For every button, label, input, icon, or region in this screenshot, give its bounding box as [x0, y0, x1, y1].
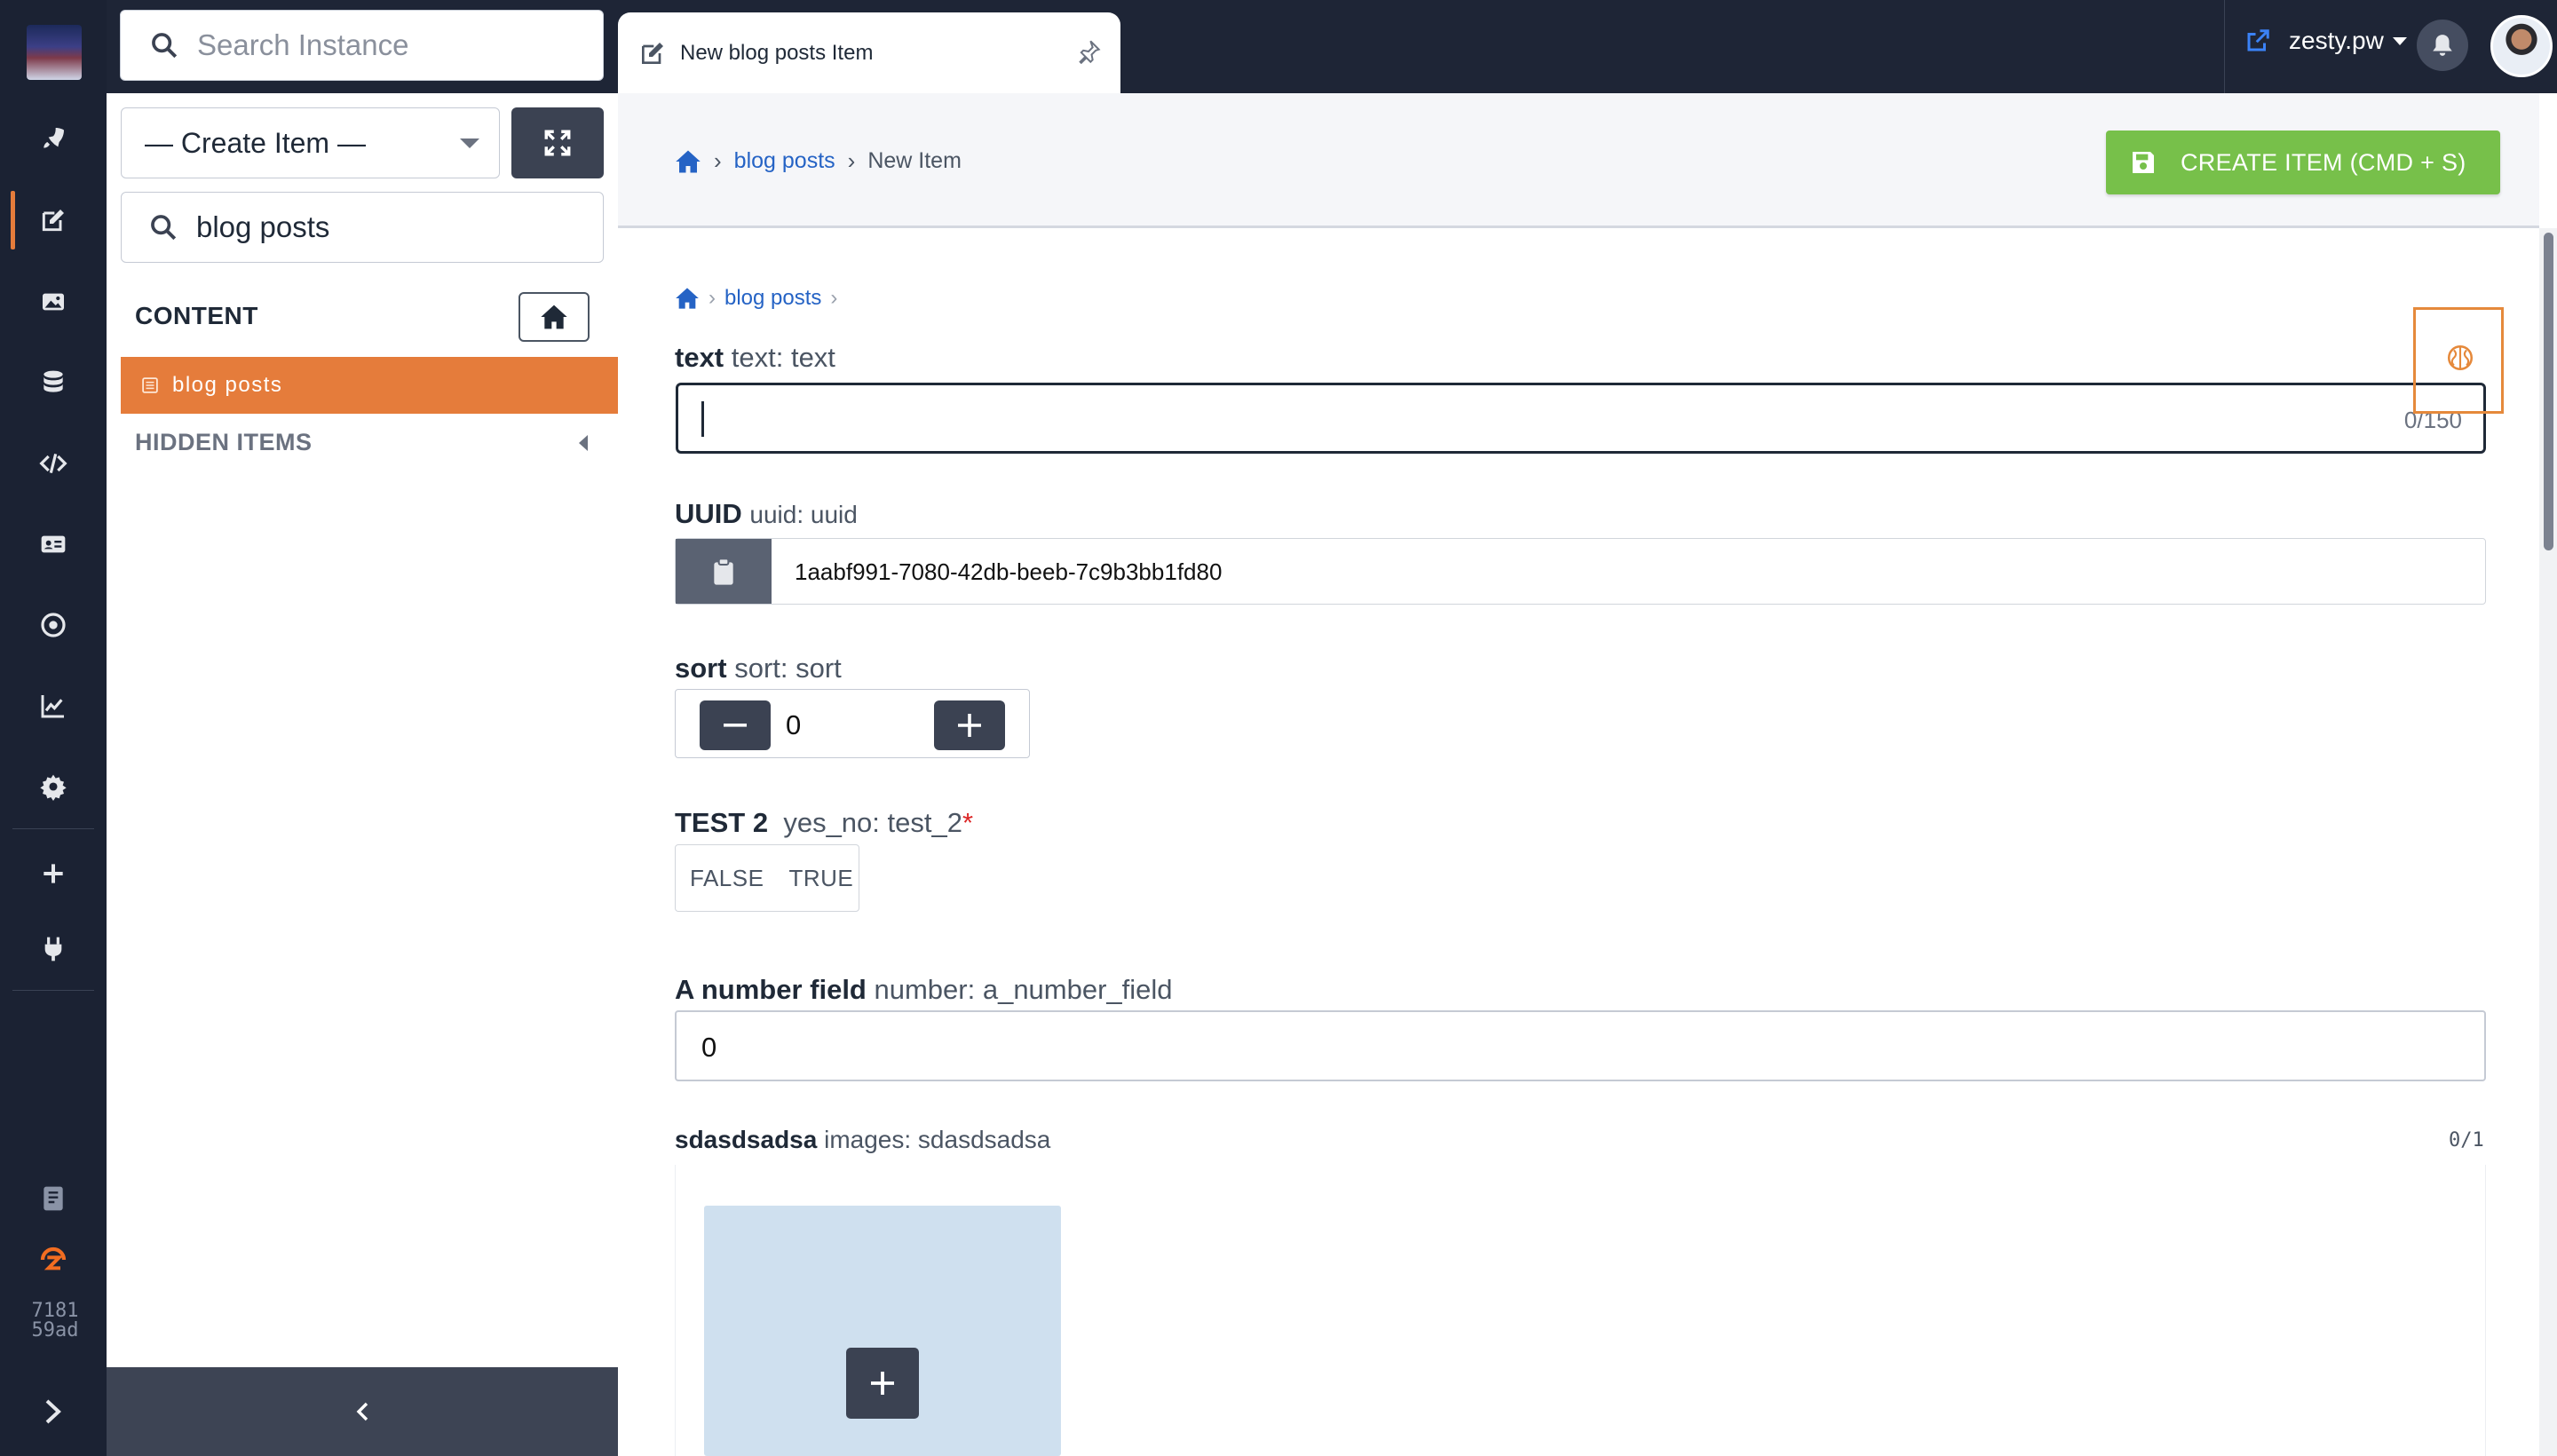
- left-rail: 7181 59ad: [0, 0, 107, 1456]
- content-filter-value: blog posts: [196, 210, 330, 243]
- ai-assist-icon[interactable]: [2445, 343, 2475, 373]
- home-icon[interactable]: [675, 149, 701, 174]
- content-filter-input[interactable]: blog posts: [121, 192, 604, 263]
- zesty-logo-icon[interactable]: [36, 1242, 71, 1278]
- rail-divider: [12, 990, 94, 991]
- number-field-label: A number field number: a_number_field: [675, 974, 1173, 1005]
- launch-icon[interactable]: [36, 121, 71, 156]
- add-icon[interactable]: [36, 856, 71, 891]
- settings-icon[interactable]: [36, 769, 71, 804]
- create-item-select-value: — Create Item —: [145, 126, 366, 159]
- breadcrumb-link[interactable]: blog posts: [724, 286, 821, 311]
- bell-icon: [2433, 35, 2452, 56]
- avatar[interactable]: [2490, 15, 2553, 77]
- plus-icon: [871, 1372, 894, 1395]
- tab-title: New blog posts Item: [680, 40, 874, 65]
- chevron-right-icon: ›: [847, 147, 856, 174]
- sidebar-item-label: blog posts: [172, 373, 283, 397]
- number-value: 0: [701, 1032, 717, 1063]
- hidden-items-heading[interactable]: HIDDEN ITEMS: [135, 429, 313, 456]
- chevron-right-icon: ›: [709, 286, 716, 310]
- rail-expand-button[interactable]: [0, 1367, 107, 1456]
- sidebar-item-blog-posts[interactable]: blog posts: [121, 357, 618, 414]
- uuid-field: 1aabf991-7080-42db-beeb-7c9b3bb1fd80: [675, 538, 2486, 605]
- test2-toggle: FALSE TRUE: [675, 844, 859, 912]
- tab-new-blog-posts-item[interactable]: New blog posts Item: [618, 12, 1120, 93]
- docs-icon[interactable]: [36, 1181, 71, 1216]
- media-icon[interactable]: [36, 284, 71, 320]
- uuid-value[interactable]: 1aabf991-7080-42db-beeb-7c9b3bb1fd80: [795, 558, 1222, 586]
- number-field-input[interactable]: 0: [675, 1010, 2486, 1081]
- text-field-label: text text: text: [675, 342, 835, 373]
- edit-icon: [642, 42, 663, 64]
- uuid-field-label: UUID uuid: uuid: [675, 498, 858, 529]
- instance-search-input[interactable]: Search Instance: [120, 10, 604, 81]
- sort-value[interactable]: 0: [786, 709, 801, 741]
- breadcrumb-link[interactable]: blog posts: [734, 148, 835, 174]
- chevron-right-icon: ›: [830, 286, 838, 310]
- create-item-select[interactable]: — Create Item —: [121, 107, 500, 178]
- text-cursor: [701, 401, 704, 437]
- create-item-label: CREATE ITEM (CMD + S): [2181, 148, 2466, 176]
- save-icon: [2133, 152, 2154, 173]
- true-option[interactable]: TRUE: [788, 865, 853, 892]
- chevron-left-icon: [356, 1402, 368, 1421]
- text-field-input[interactable]: 0/150: [676, 383, 2486, 454]
- plus-icon: [958, 714, 981, 737]
- notifications-button[interactable]: [2417, 20, 2468, 71]
- fullscreen-button[interactable]: [511, 107, 604, 178]
- copy-uuid-button[interactable]: [676, 539, 772, 604]
- form-breadcrumb: › blog posts ›: [675, 286, 846, 311]
- pin-icon[interactable]: [1076, 39, 1101, 64]
- breadcrumb-current: New Item: [867, 148, 962, 173]
- version-hash: 7181 59ad: [31, 1300, 79, 1341]
- chevron-down-icon: [460, 138, 479, 148]
- minus-icon: [724, 724, 747, 727]
- search-icon: [151, 215, 177, 241]
- chevron-down-icon: [2392, 36, 2407, 45]
- false-option[interactable]: FALSE: [690, 865, 764, 892]
- home-icon[interactable]: [675, 287, 700, 310]
- content-icon[interactable]: [36, 202, 71, 238]
- external-link-icon[interactable]: [2244, 28, 2271, 54]
- code-icon[interactable]: [36, 446, 71, 481]
- rail-divider: [12, 828, 94, 829]
- site-menu[interactable]: zesty.pw: [2244, 27, 2407, 55]
- reports-icon[interactable]: [36, 688, 71, 724]
- create-item-button[interactable]: CREATE ITEM (CMD + S): [2106, 131, 2500, 194]
- chevron-right-icon: [45, 1399, 61, 1424]
- chevron-right-icon: ›: [714, 147, 722, 174]
- apps-icon[interactable]: [36, 931, 71, 967]
- add-image-button[interactable]: [846, 1348, 919, 1419]
- topbar-divider: [2224, 0, 2225, 93]
- scrollbar-thumb[interactable]: [2544, 233, 2553, 550]
- instance-search-placeholder: Search Instance: [197, 28, 409, 61]
- clipboard-icon: [714, 557, 733, 585]
- leads-icon[interactable]: [36, 526, 71, 562]
- breadcrumb: › blog posts › New Item: [675, 147, 962, 175]
- increment-button[interactable]: [934, 700, 1005, 750]
- sidebar-collapse-button[interactable]: [107, 1367, 618, 1456]
- images-field-label: sdasdsadsa images: sdasdsadsa: [675, 1126, 1051, 1153]
- home-icon: [541, 305, 567, 329]
- test2-field-label: TEST 2 yes_no: test_2*: [675, 807, 974, 838]
- content-home-button[interactable]: [519, 292, 590, 342]
- instance-logo[interactable]: [27, 25, 82, 80]
- rail-active-indicator: [11, 191, 15, 249]
- schema-icon[interactable]: [36, 365, 71, 400]
- image-counter: 0/1: [2449, 1129, 2484, 1151]
- list-icon: [142, 377, 158, 393]
- search-icon: [152, 33, 178, 59]
- decrement-button[interactable]: [700, 700, 771, 750]
- caret-left-icon[interactable]: [579, 435, 588, 451]
- expand-icon: [544, 130, 571, 156]
- seo-icon[interactable]: [36, 607, 71, 643]
- sort-stepper: 0: [675, 689, 1030, 758]
- content-heading: CONTENT: [135, 302, 258, 329]
- site-name: zesty.pw: [2289, 27, 2384, 54]
- sort-field-label: sort sort: sort: [675, 653, 842, 684]
